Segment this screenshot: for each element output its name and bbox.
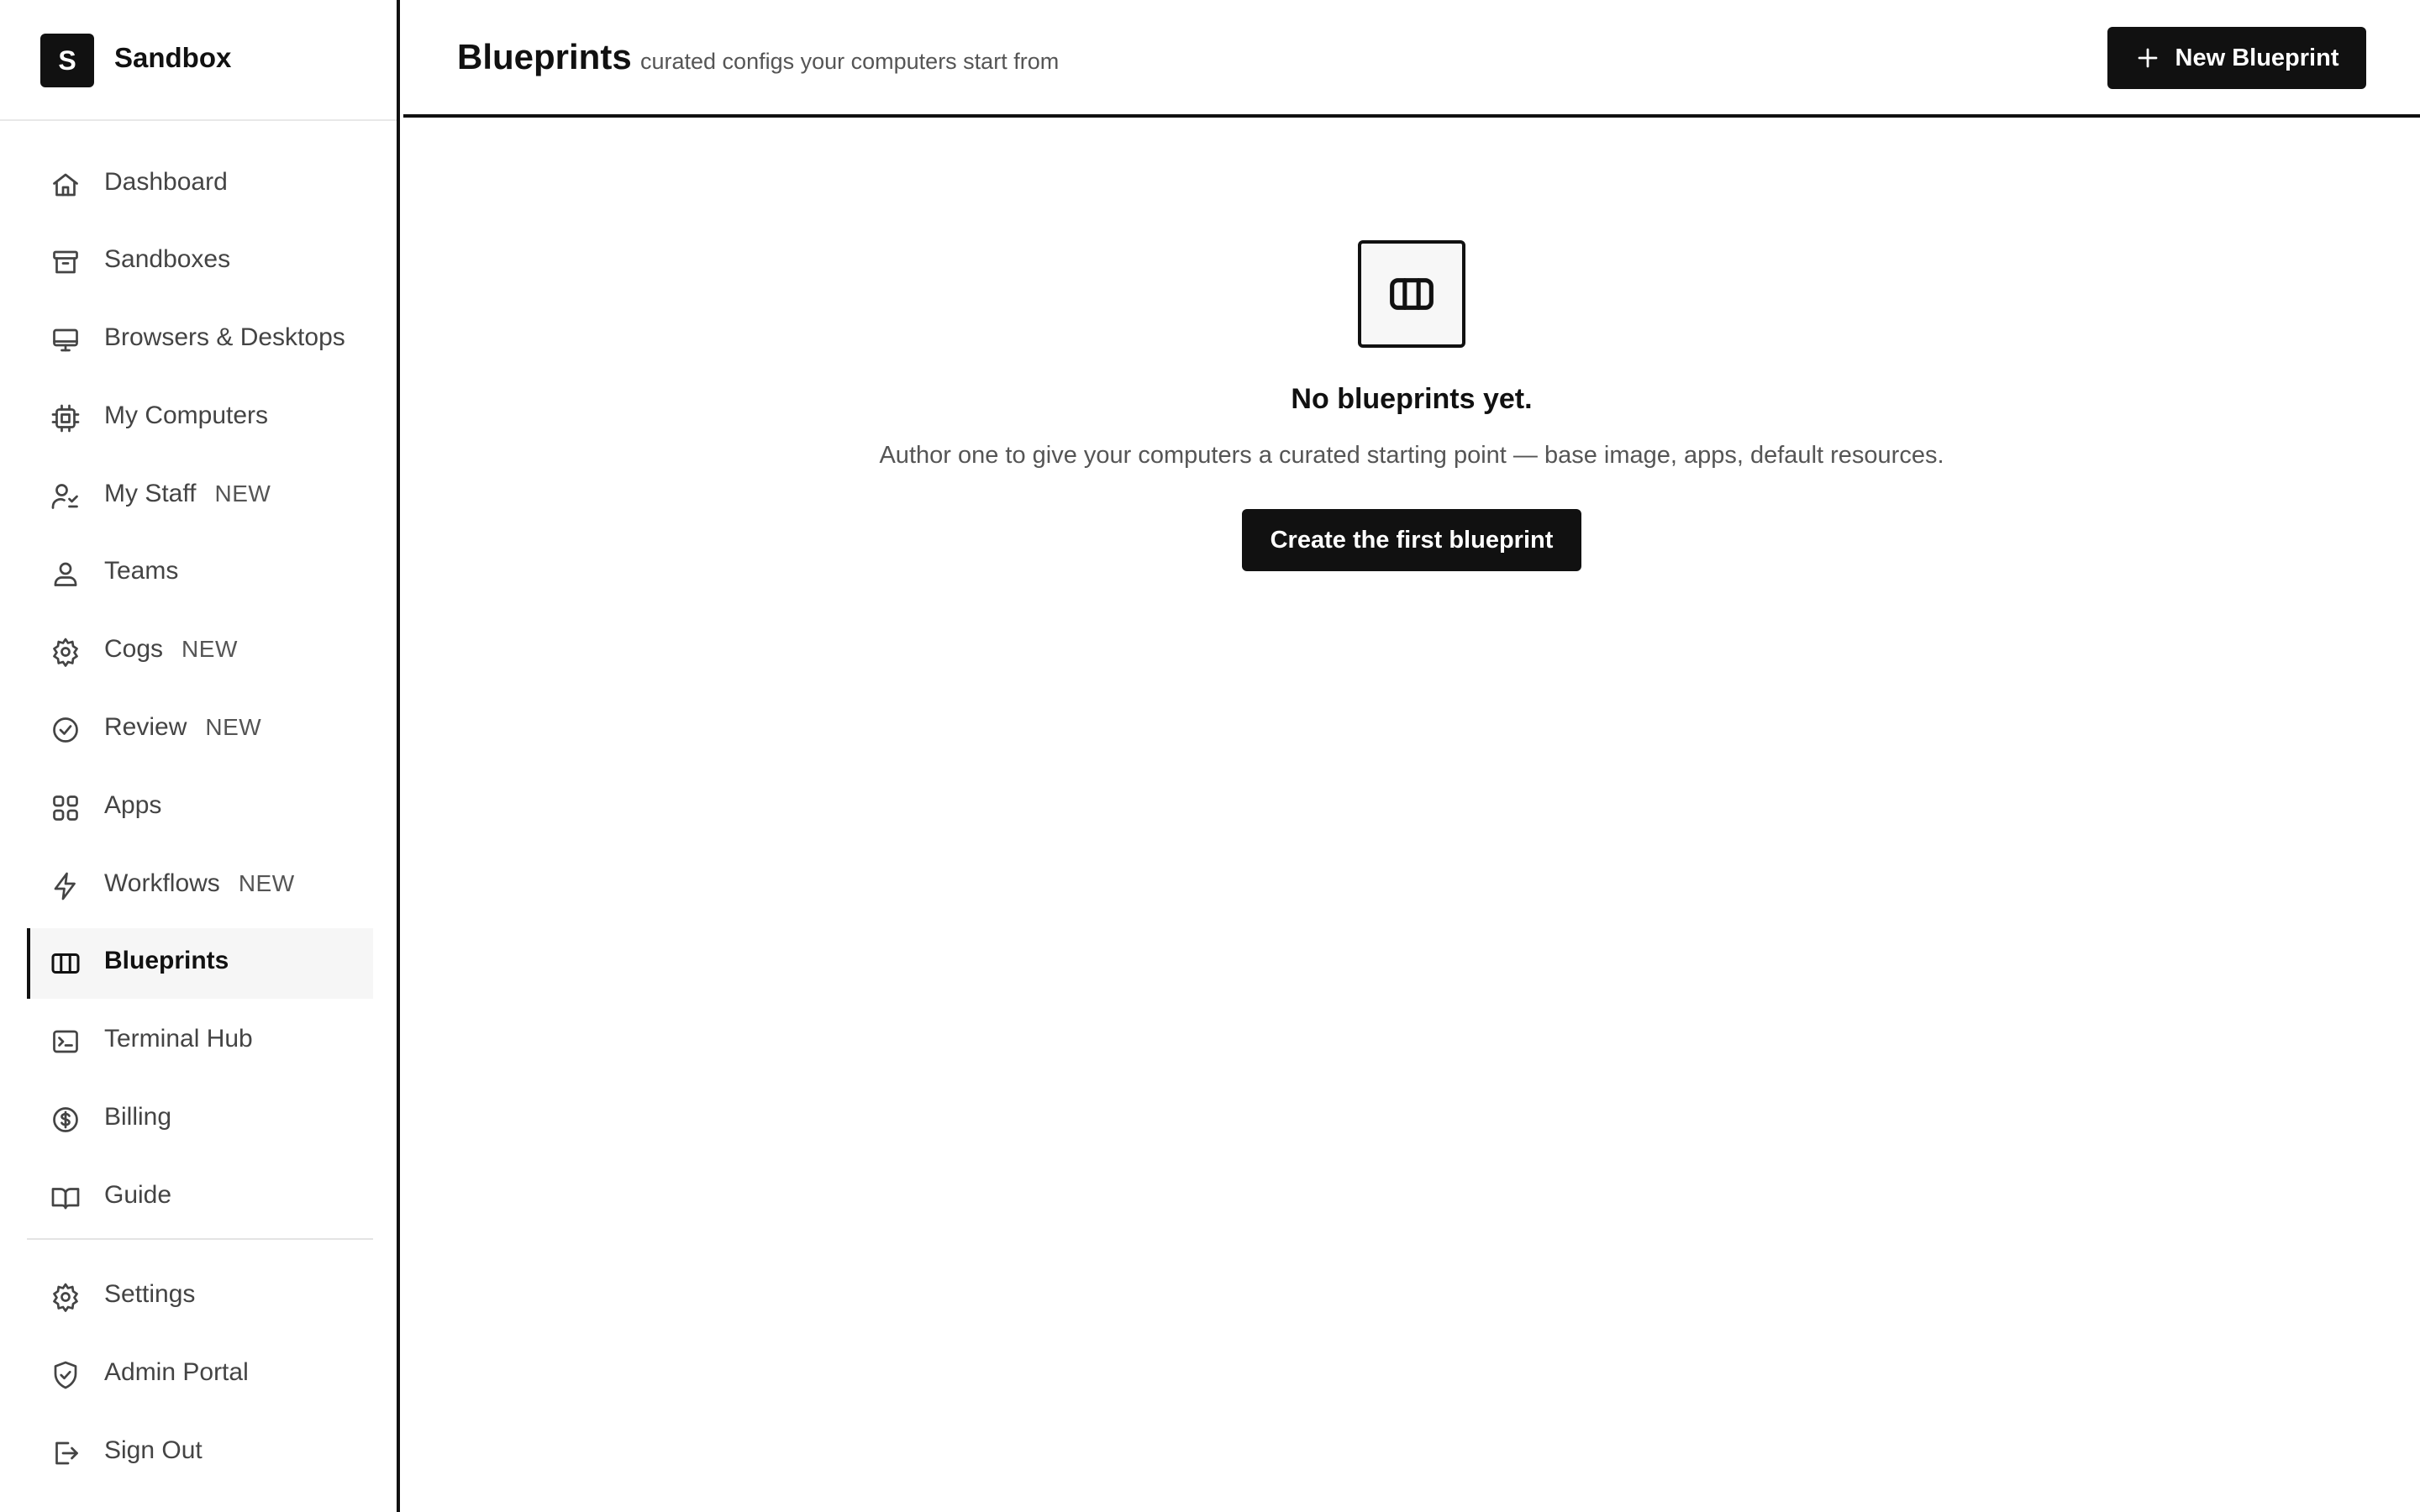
- sidebar-item-label: Guide: [104, 1181, 172, 1209]
- page-header: Blueprints curated configs your computer…: [403, 0, 2420, 118]
- brand-name: Sandbox: [114, 42, 232, 73]
- sidebar-item-label: Review: [104, 713, 187, 741]
- sidebar-item-admin-portal[interactable]: Admin Portal: [27, 1340, 373, 1410]
- sidebar-item-dashboard[interactable]: Dashboard: [27, 150, 373, 220]
- sidebar-item-sign-out[interactable]: Sign Out: [27, 1418, 373, 1488]
- sidebar-item-apps[interactable]: Apps: [27, 773, 373, 843]
- sidebar-item-label: Browsers & Desktops: [104, 323, 345, 351]
- check-circle-icon: [50, 715, 81, 745]
- sidebar-item-label: Settings: [104, 1280, 196, 1308]
- sidebar-item-label: My Computers: [104, 402, 269, 429]
- new-blueprint-button[interactable]: New Blueprint: [2107, 27, 2366, 89]
- sidebar-item-sandboxes[interactable]: Sandboxes: [27, 227, 373, 297]
- sidebar-item-label: Dashboard: [104, 168, 228, 196]
- grid-icon: [50, 793, 81, 823]
- shield-icon: [50, 1360, 81, 1390]
- plus-icon: [2138, 48, 2157, 68]
- sidebar-item-terminal-hub[interactable]: Terminal Hub: [27, 1006, 373, 1077]
- sidebar-item-review[interactable]: Review NEW: [27, 695, 373, 765]
- gear-icon: [50, 1282, 81, 1312]
- sidebar-item-label: Admin Portal: [104, 1358, 249, 1386]
- sidebar-item-label: Billing: [104, 1103, 172, 1131]
- sidebar-item-label: Cogs: [104, 635, 164, 663]
- new-blueprint-button-label: New Blueprint: [2175, 44, 2339, 71]
- create-first-blueprint-button[interactable]: Create the first blueprint: [1242, 509, 1581, 571]
- cpu-icon: [50, 403, 81, 433]
- staff-icon: [50, 481, 81, 512]
- sidebar-item-label: Blueprints: [104, 947, 229, 974]
- blueprint-columns-icon: [1358, 240, 1465, 348]
- sidebar-item-workflows[interactable]: Workflows NEW: [27, 851, 373, 921]
- sidebar-item-my-staff[interactable]: My Staff NEW: [27, 461, 373, 532]
- sidebar-item-guide[interactable]: Guide: [27, 1163, 373, 1233]
- book-icon: [50, 1183, 81, 1213]
- sidebar-item-my-computers[interactable]: My Computers: [27, 383, 373, 454]
- users-icon: [50, 559, 81, 589]
- sidebar-item-cogs[interactable]: Cogs NEW: [27, 617, 373, 687]
- sidebar-item-teams[interactable]: Teams: [27, 538, 373, 609]
- sidebar-item-browsers-desktops[interactable]: Browsers & Desktops: [27, 305, 373, 375]
- sidebar-item-label: Sign Out: [104, 1436, 203, 1464]
- new-badge: NEW: [205, 714, 262, 740]
- archive-icon: [50, 247, 81, 277]
- sidebar-item-blueprints[interactable]: Blueprints: [27, 928, 373, 999]
- sidebar-divider: [27, 1238, 373, 1240]
- new-badge: NEW: [238, 870, 295, 896]
- sidebar-item-label: Teams: [104, 557, 179, 585]
- empty-state-text: Author one to give your computers a cura…: [879, 442, 1944, 469]
- brand-logo: S: [40, 34, 94, 87]
- sidebar-item-label: Terminal Hub: [104, 1025, 253, 1053]
- page-subtitle: curated configs your computers start fro…: [640, 49, 1060, 74]
- page-title: Blueprints: [457, 37, 632, 76]
- blueprint-columns-icon: [50, 948, 81, 979]
- cog-icon: [50, 637, 81, 667]
- sidebar: S Sandbox Dashboard Sandboxes Browsers &…: [0, 0, 400, 1512]
- sidebar-item-billing[interactable]: Billing: [27, 1084, 373, 1155]
- terminal-icon: [50, 1026, 81, 1057]
- empty-state-title: No blueprints yet.: [1291, 383, 1533, 415]
- brand[interactable]: S Sandbox: [0, 0, 397, 121]
- sign-out-icon: [50, 1438, 81, 1468]
- monitor-icon: [50, 325, 81, 355]
- home-icon: [50, 170, 81, 200]
- new-badge: NEW: [214, 480, 271, 507]
- sidebar-item-settings[interactable]: Settings: [27, 1262, 373, 1332]
- new-badge: NEW: [182, 636, 238, 662]
- lightning-icon: [50, 871, 81, 901]
- sidebar-item-label: My Staff: [104, 480, 197, 507]
- create-first-blueprint-label: Create the first blueprint: [1270, 526, 1554, 554]
- sidebar-item-label: Workflows: [104, 869, 220, 897]
- dollar-circle-icon: [50, 1105, 81, 1135]
- sidebar-item-label: Apps: [104, 791, 162, 819]
- sidebar-item-label: Sandboxes: [104, 245, 231, 273]
